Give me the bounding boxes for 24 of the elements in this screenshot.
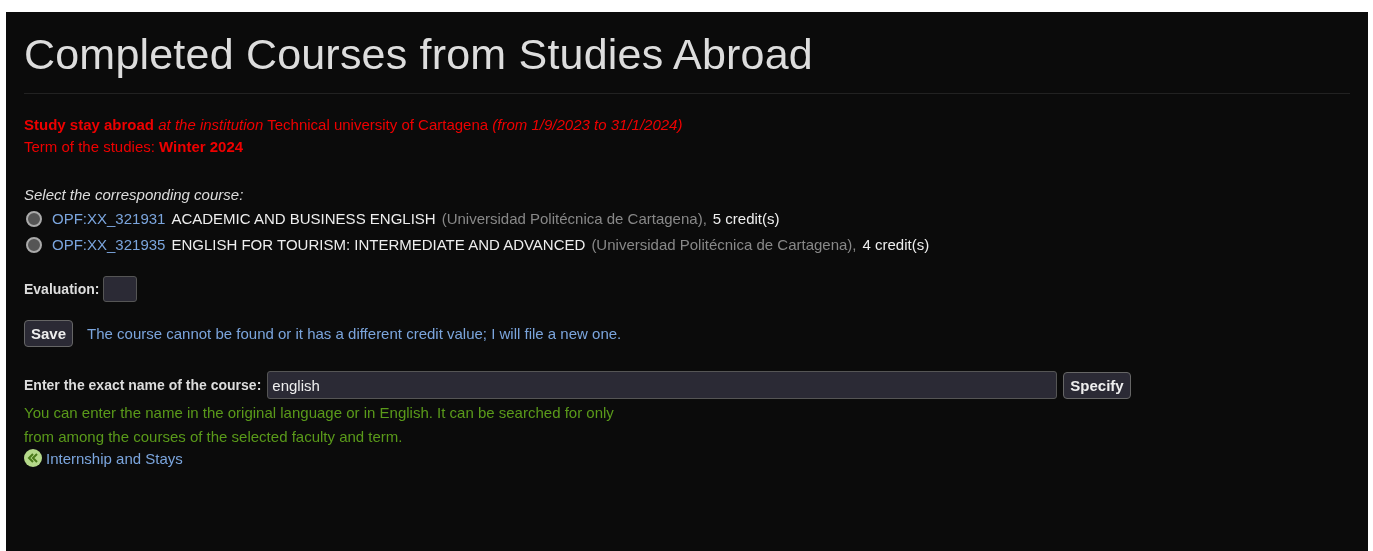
course-name: ACADEMIC AND BUSINESS ENGLISH (171, 209, 436, 229)
page-title: Completed Courses from Studies Abroad (24, 12, 1350, 94)
evaluation-field[interactable] (103, 276, 138, 302)
new-course-link[interactable]: The course cannot be found or it has a different credit value; I will file a new one. (87, 325, 622, 342)
save-button[interactable]: Save (24, 320, 74, 347)
course-institution: (Universidad Politécnica de Cartagena), (591, 235, 857, 255)
evaluation-label: Evaluation: (24, 281, 100, 297)
course-name: ENGLISH FOR TOURISM: INTERMEDIATE AND ADVANCED (171, 235, 586, 255)
stay-info: Study stay abroad at the institution Technical university of Cartagena (from 1/9/2023 to 31/1/2024) (24, 115, 684, 135)
course-credits: 4 credit(s) (862, 235, 930, 255)
search-hint: You can enter the name in the original language or in English. It can be searched for only from among the courses of the selected faculty and term. (24, 403, 615, 447)
course-credits: 5 credit(s) (712, 209, 780, 229)
back-icon (24, 449, 42, 467)
course-name-field[interactable]: english (267, 371, 1058, 399)
specify-button[interactable]: Specify (1063, 371, 1131, 399)
term-info: Term of the studies: Winter 2024 (24, 137, 245, 157)
course-code-link[interactable]: OPF:XX_321935 (52, 232, 166, 258)
back-link[interactable]: Internship and Stays (46, 449, 183, 467)
course-name-label: Enter the exact name of the course: (24, 377, 262, 393)
course-code-link[interactable]: OPF:XX_321931 (52, 206, 166, 232)
radio-button[interactable] (26, 237, 42, 253)
course-prompt: Select the corresponding course: (24, 186, 245, 203)
radio-button[interactable] (26, 211, 42, 227)
course-institution: (Universidad Politécnica de Cartagena), (441, 209, 707, 229)
